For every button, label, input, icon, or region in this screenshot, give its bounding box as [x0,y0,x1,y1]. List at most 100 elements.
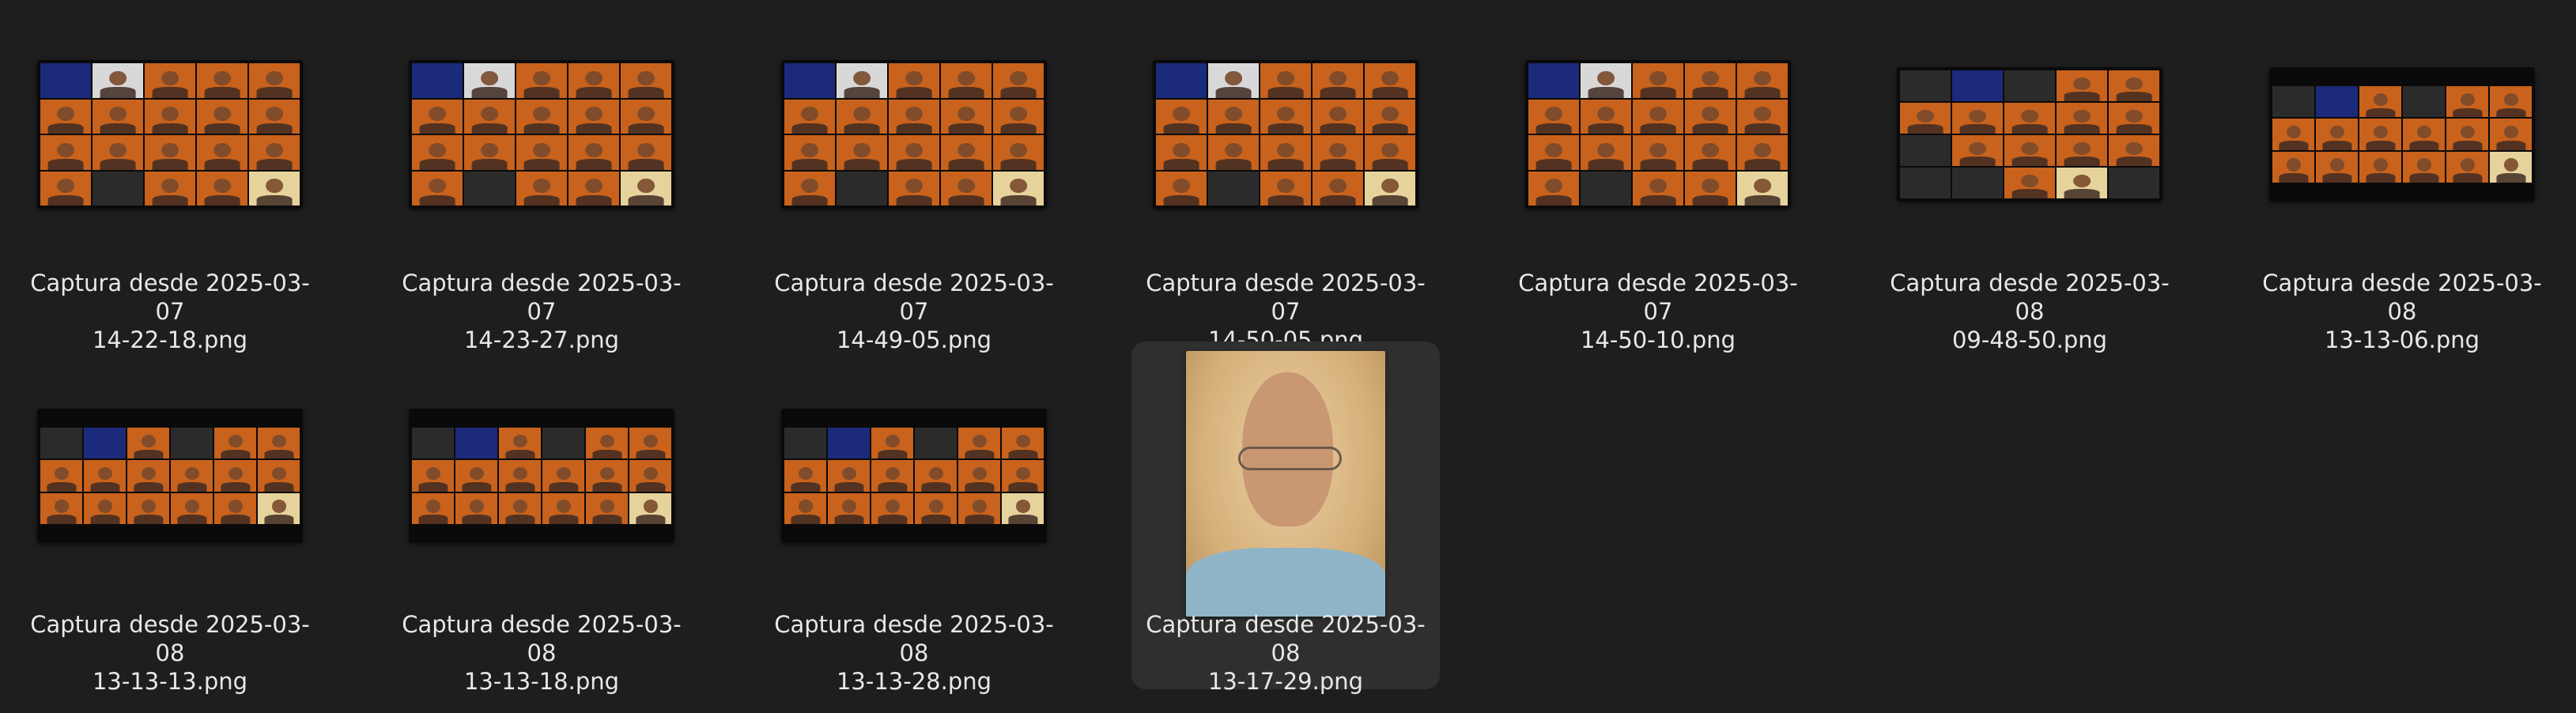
participant-cell [1313,63,1363,98]
participant-cell [621,63,671,98]
participant-cell [2446,151,2488,183]
participant-cell [171,428,213,459]
participant-cell [197,171,247,206]
participant-cell [464,63,515,98]
file-name: Captura desde 2025-03-08 13-17-29.png [1139,610,1432,696]
participant-cell [40,492,82,524]
participant-cell [958,428,1000,459]
participant-cell [837,99,887,134]
participant-cell [1633,63,1683,98]
participant-cell [499,460,541,492]
participant-cell [1900,103,1951,134]
participant-cell [2057,103,2107,134]
file-item[interactable]: Captura desde 2025-03-08 13-13-06.png [2248,0,2556,353]
participant-cell [1900,135,1951,166]
image-thumbnail [781,409,1047,543]
video-call-grid [784,63,1044,206]
participant-cell [1313,171,1363,206]
participant-cell [258,428,300,459]
participant-cell [2109,135,2159,166]
participant-cell [197,135,247,170]
participant-cell [258,460,300,492]
participant-cell [1156,135,1207,170]
thumbnail-area [1131,341,1440,617]
participant-cell [1685,135,1736,170]
participant-cell [784,63,835,98]
participant-cell [1685,171,1736,206]
participant-cell [586,428,628,459]
participant-cell [1260,63,1311,98]
thumbnail-area [760,341,1068,610]
participant-cell [464,171,515,206]
participant-cell [542,428,584,459]
file-item[interactable]: Captura desde 2025-03-07 14-50-05.png [1131,0,1440,353]
participant-cell [1737,171,1788,206]
file-name-line: Captura desde 2025-03-07 [774,270,1054,325]
participant-cell [2316,119,2358,150]
file-item[interactable]: Captura desde 2025-03-07 14-23-27.png [387,0,696,353]
participant-cell [1365,135,1415,170]
participant-cell [2004,135,2055,166]
participant-cell [455,460,497,492]
participant-cell [837,63,887,98]
file-name-line: Captura desde 2025-03-08 [2262,270,2542,325]
participant-cell [941,63,991,98]
participant-cell [249,171,300,206]
participant-cell [2316,151,2358,183]
participant-cell [249,63,300,98]
participant-cell [889,99,939,134]
file-item[interactable]: Captura desde 2025-03-08 13-17-29.png [1131,341,1440,695]
participant-cell [784,428,826,459]
thumbnail-area [1504,0,1812,269]
participant-cell [84,428,126,459]
file-name: Captura desde 2025-03-07 14-50-10.png [1512,269,1804,354]
participant-cell [214,460,256,492]
participant-cell [2272,119,2314,150]
file-item[interactable]: Captura desde 2025-03-07 14-49-05.png [760,0,1068,353]
image-thumbnail [1897,67,2162,202]
participant-cell [1633,171,1683,206]
image-thumbnail [409,60,674,209]
participant-cell [40,135,91,170]
participant-cell [1737,63,1788,98]
file-item[interactable]: Captura desde 2025-03-08 13-13-13.png [16,341,324,695]
file-name: Captura desde 2025-03-08 13-13-18.png [395,610,688,696]
file-item[interactable]: Captura desde 2025-03-08 09-48-50.png [1875,0,2184,353]
thumbnail-area [1875,0,2184,269]
file-name-line: 13-13-18.png [463,668,620,695]
video-call-grid [412,428,671,524]
image-thumbnail [1186,351,1385,617]
participant-cell [412,135,463,170]
participant-cell [516,135,567,170]
participant-cell [1952,103,2003,134]
file-name: Captura desde 2025-03-08 13-13-28.png [768,610,1060,696]
thumbnail-area [1131,0,1440,269]
file-item[interactable]: Captura desde 2025-03-08 13-13-28.png [760,341,1068,695]
participant-cell [2004,103,2055,134]
participant-cell [629,492,671,524]
participant-cell [1313,99,1363,134]
file-grid: Captura desde 2025-03-07 14-22-18.png Capt… [0,0,2576,713]
participant-cell [412,460,454,492]
file-item[interactable]: Captura desde 2025-03-08 13-13-18.png [387,341,696,695]
participant-cell [2057,70,2107,101]
participant-cell [784,171,835,206]
participant-cell [993,171,1044,206]
file-item[interactable]: Captura desde 2025-03-07 14-50-10.png [1504,0,1812,353]
participant-cell [127,460,169,492]
video-call-grid [1156,63,1415,206]
participant-cell [171,460,213,492]
participant-cell [2446,86,2488,118]
participant-cell [993,63,1044,98]
participant-cell [784,492,826,524]
participant-cell [1900,168,1951,198]
participant-cell [828,428,870,459]
file-item[interactable]: Captura desde 2025-03-07 14-22-18.png [16,0,324,353]
participant-cell [2057,135,2107,166]
participant-cell [915,428,957,459]
participant-cell [586,460,628,492]
participant-cell [871,492,913,524]
image-thumbnail [2269,67,2535,202]
participant-cell [2359,86,2401,118]
participant-cell [93,99,143,134]
